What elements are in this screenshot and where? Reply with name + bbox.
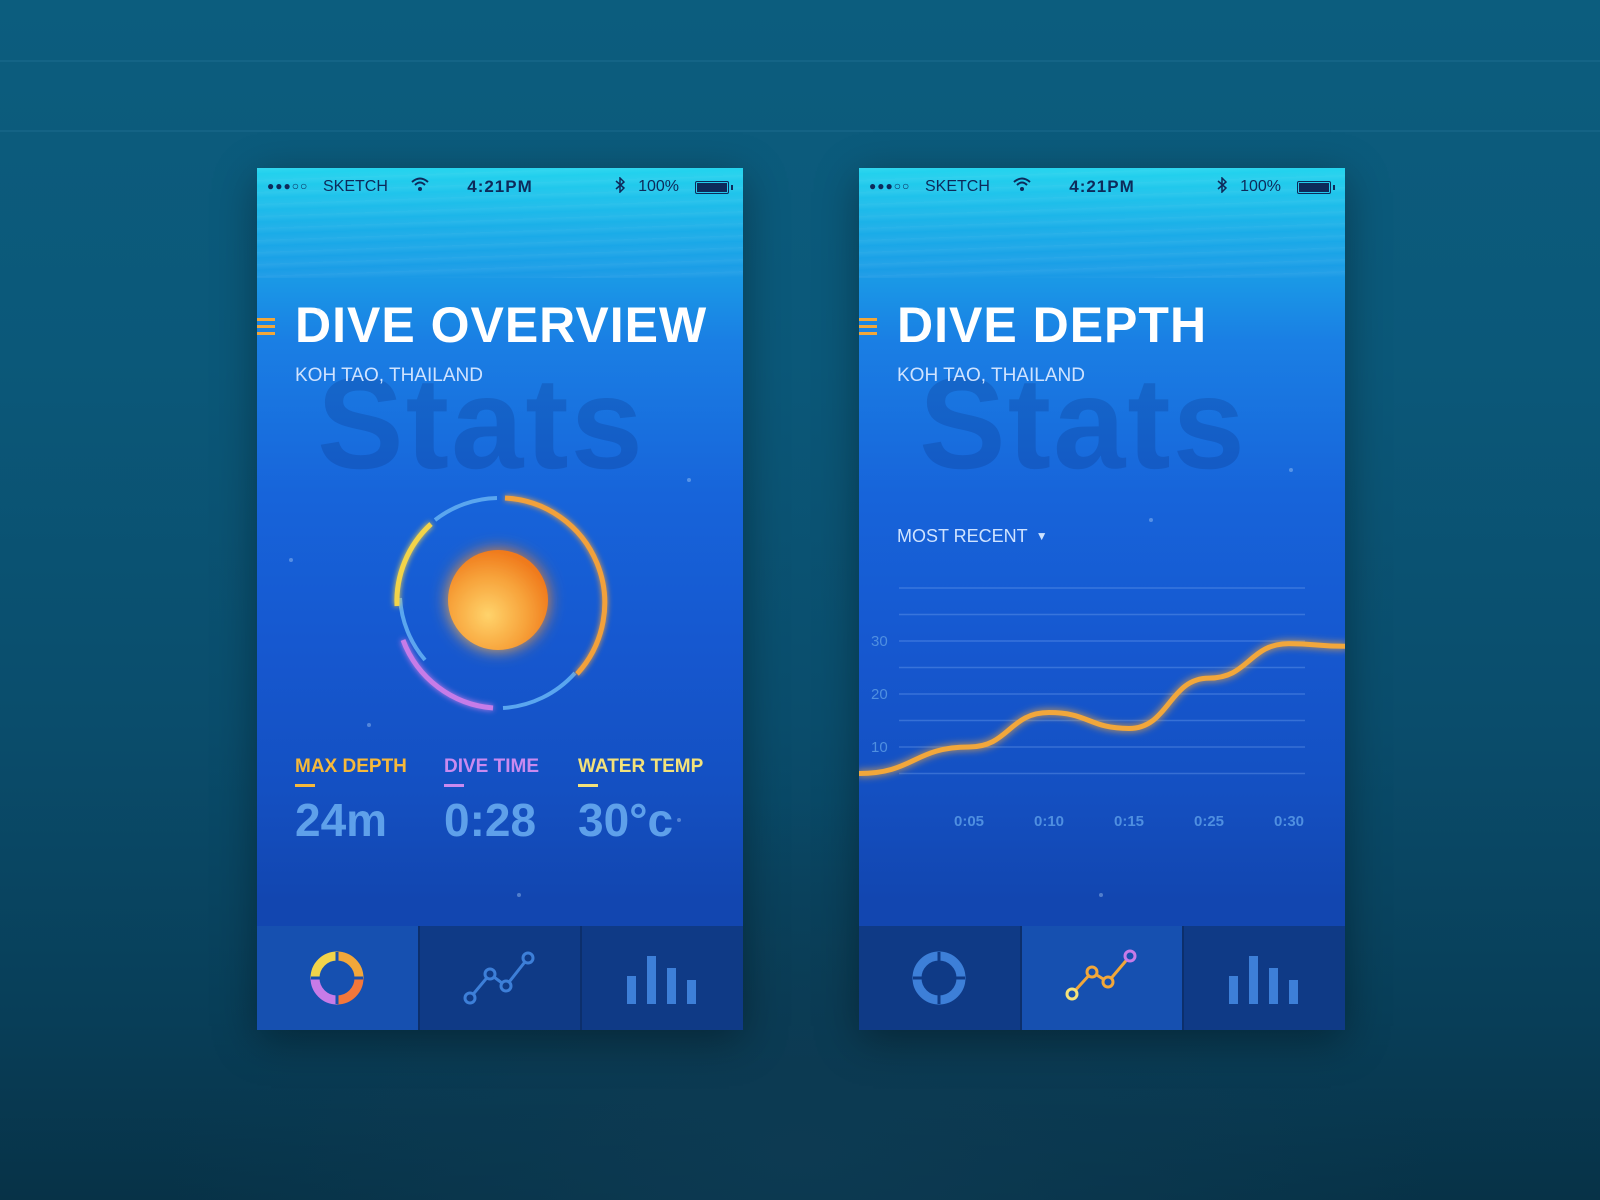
line-chart-icon (463, 951, 535, 1005)
bluetooth-icon (615, 176, 626, 198)
tab-depth[interactable] (420, 926, 583, 1030)
location-label: KOH TAO, THAILAND (897, 365, 1085, 386)
x-tick-label: 0:25 (1194, 813, 1224, 830)
particle (1289, 468, 1293, 472)
stat-value: 24m (295, 794, 388, 846)
hamburger-menu-icon[interactable] (257, 318, 277, 339)
battery-icon (695, 181, 729, 194)
phone-dive-overview: ●●●○○ SKETCH 4:21PM 100% Stats DIVE OVER… (257, 168, 743, 1030)
tab-overview[interactable] (257, 926, 420, 1030)
particle (289, 558, 293, 562)
stat-underline (444, 784, 464, 787)
tab-overview[interactable] (859, 926, 1022, 1030)
stat-dive-time: DIVE TIME 0:28 (444, 756, 539, 847)
stat-label: WATER TEMP (578, 756, 704, 777)
stat-underline (578, 784, 598, 787)
ring-segment-blue-topleft (433, 496, 498, 522)
particle (367, 723, 371, 727)
dive-summary-ring (393, 495, 608, 711)
page-title: DIVE DEPTH (897, 297, 1208, 353)
y-tick-label: 30 (871, 633, 888, 650)
donut-chart-icon (912, 951, 966, 1005)
hamburger-menu-icon[interactable] (859, 318, 879, 339)
particle (1099, 893, 1103, 897)
particle (517, 893, 521, 897)
time-filter-dropdown[interactable]: MOST RECENT ▼ (897, 526, 1048, 547)
depth-series-line (859, 641, 1345, 776)
particle (1149, 518, 1153, 522)
stat-value: 30°c (578, 794, 674, 846)
status-bar: ●●●○○ SKETCH 4:21PM 100% (267, 176, 733, 198)
stat-water-temp: WATER TEMP 30°c (578, 756, 703, 847)
x-tick-label: 0:30 (1274, 813, 1304, 830)
battery-label: 100% (638, 178, 679, 195)
tab-bar (257, 926, 743, 1030)
y-tick-label: 20 (871, 686, 888, 703)
background-streak (0, 130, 1600, 132)
battery-tip (731, 185, 733, 190)
battery-label: 100% (1240, 178, 1281, 195)
line-chart-icon (1065, 949, 1137, 1001)
tab-depth[interactable] (1021, 926, 1185, 1030)
phone-dive-depth: ●●●○○ SKETCH 4:21PM 100% Stats DIVE DEPT… (859, 168, 1345, 1030)
background-streak (0, 60, 1600, 62)
x-tick-label: 0:05 (954, 813, 984, 830)
page-title: DIVE OVERVIEW (295, 297, 708, 353)
tab-bar (859, 926, 1345, 1030)
donut-chart-icon (310, 951, 364, 1005)
battery-icon (1297, 181, 1331, 194)
dropdown-label: MOST RECENT (897, 526, 1028, 546)
stat-value: 0:28 (444, 794, 537, 846)
tab-stats[interactable] (1184, 926, 1345, 1030)
stat-max-depth: MAX DEPTH 24m (295, 756, 407, 847)
bluetooth-icon (1217, 176, 1228, 198)
particle (687, 478, 691, 482)
dive-depth-chart: 10 20 30 0:05 0:10 0:15 0:25 0:30 (859, 587, 1345, 830)
y-tick-label: 10 (871, 739, 888, 756)
ring-segment-blue-bottom (502, 671, 577, 710)
stat-label: DIVE TIME (444, 756, 540, 777)
caret-down-icon: ▼ (1035, 529, 1048, 543)
particle (317, 308, 321, 312)
tab-stats[interactable] (582, 926, 743, 1030)
x-tick-label: 0:15 (1114, 813, 1144, 830)
x-tick-label: 0:10 (1034, 813, 1064, 830)
status-bar: ●●●○○ SKETCH 4:21PM 100% (869, 176, 1335, 198)
battery-tip (1333, 185, 1335, 190)
stat-underline (295, 784, 315, 787)
bar-chart-icon (626, 956, 696, 1004)
location-label: KOH TAO, THAILAND (295, 365, 483, 386)
ring-segment-blue-left (398, 597, 427, 662)
ring-segment-water-temp (394, 522, 433, 607)
particle (919, 308, 923, 312)
bar-chart-icon (1228, 956, 1298, 1004)
center-orb (448, 550, 548, 650)
stat-label: MAX DEPTH (295, 756, 407, 777)
